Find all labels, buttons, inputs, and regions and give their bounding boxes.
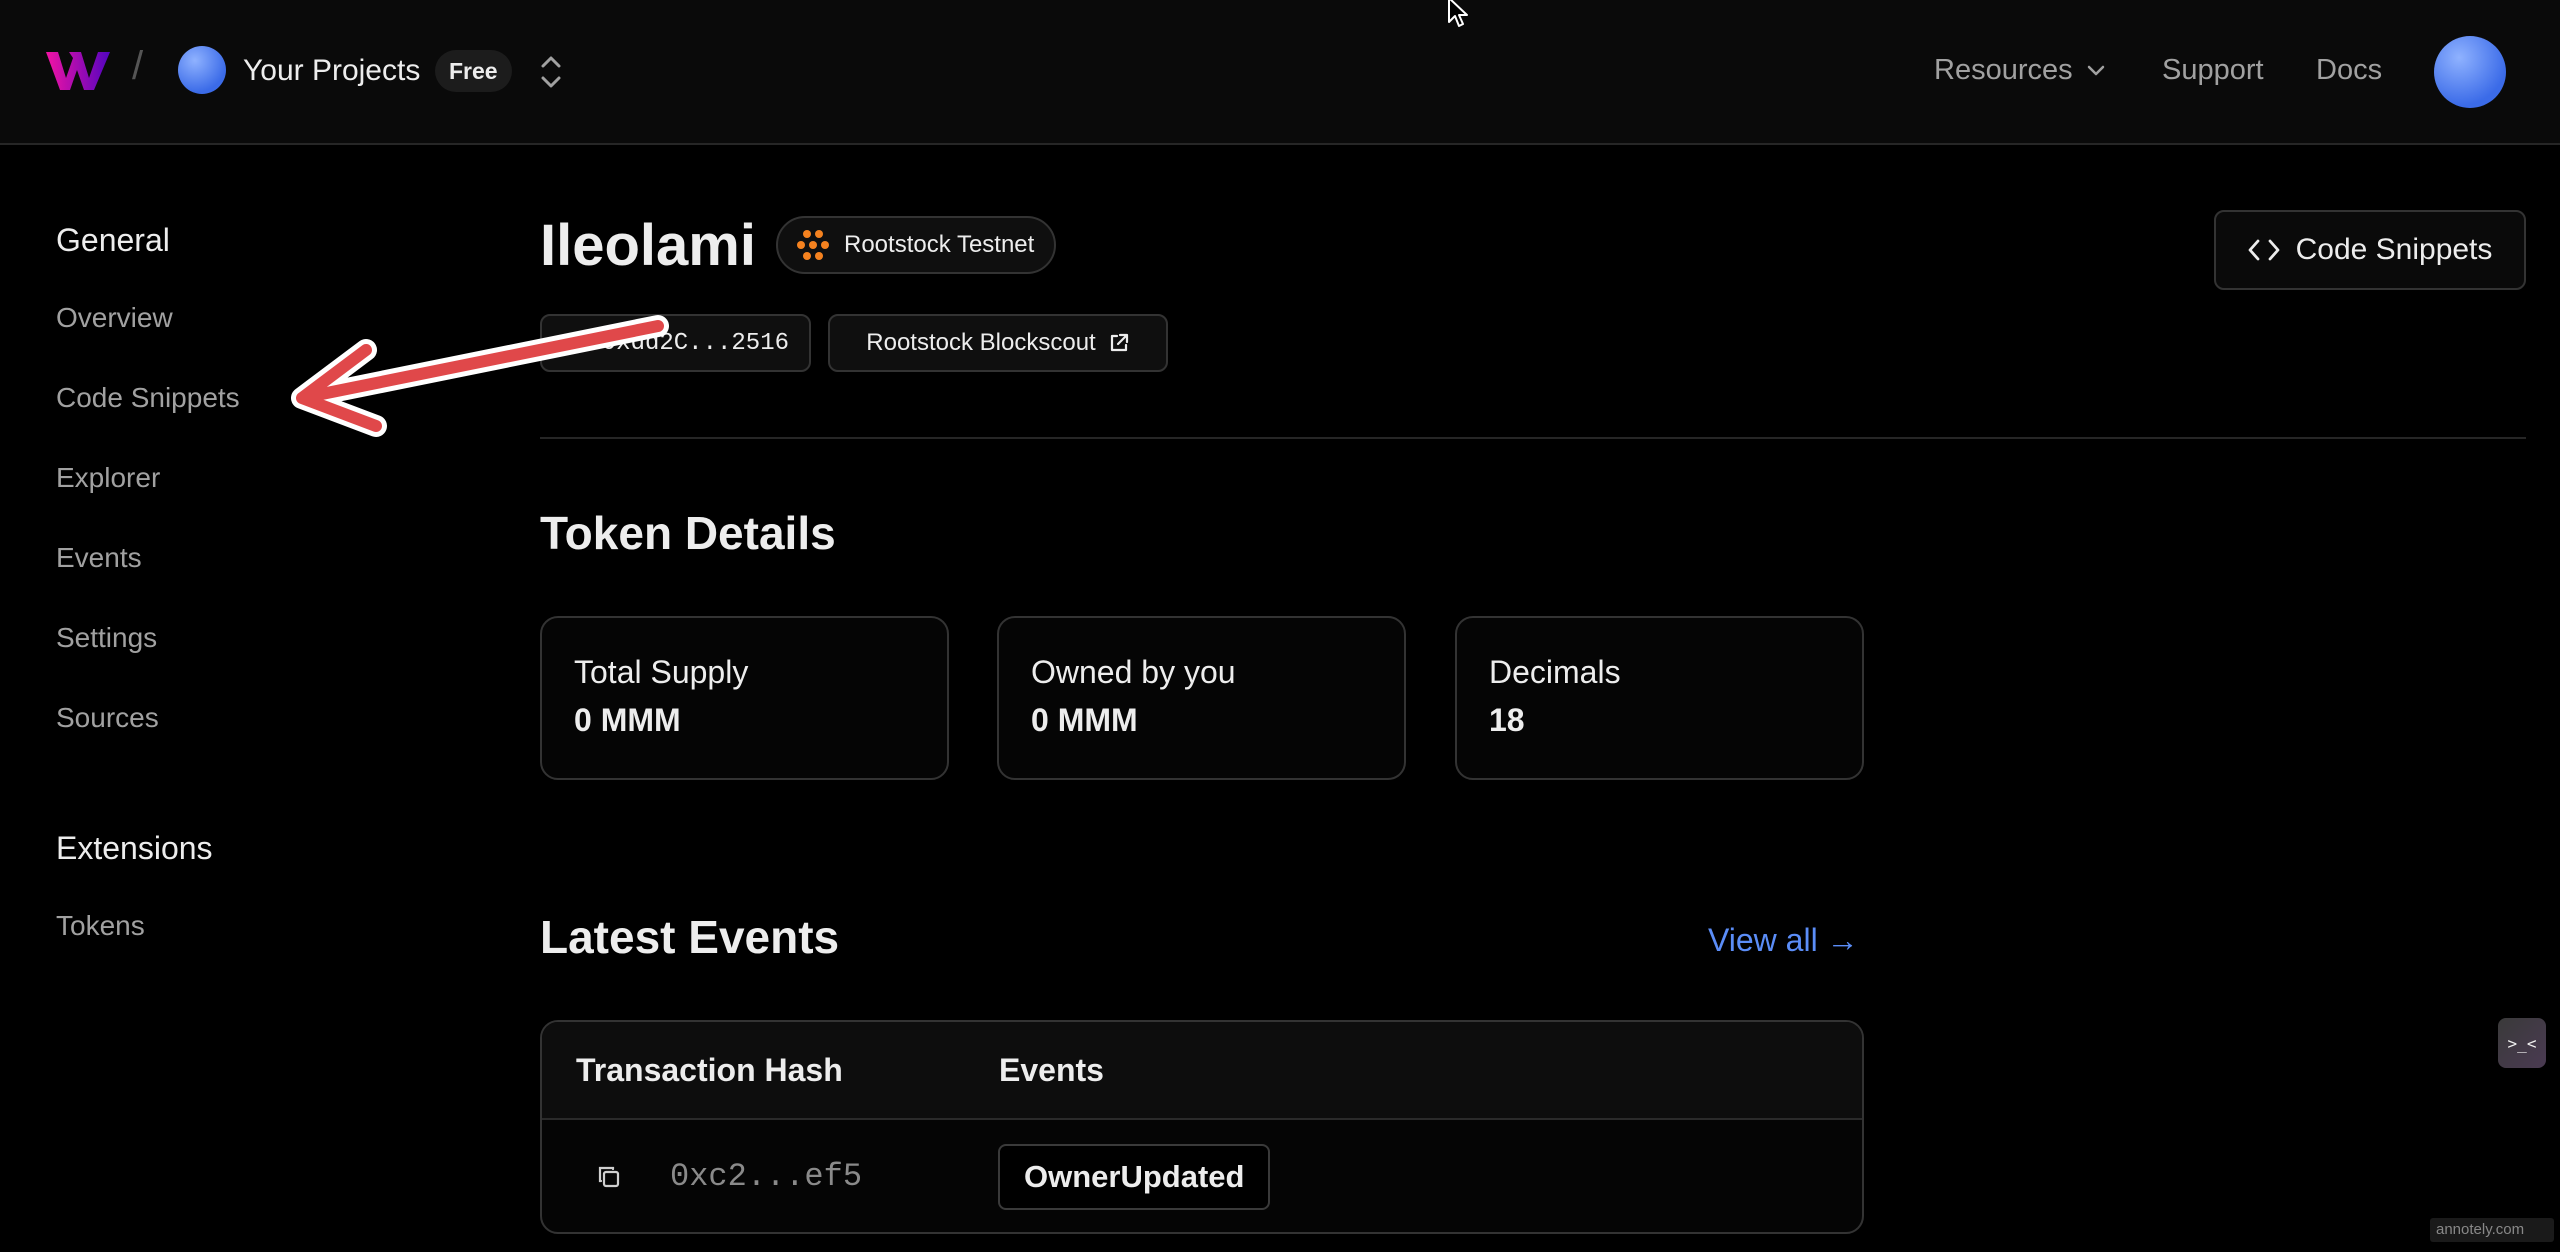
rootstock-network-icon [797,230,829,260]
section-divider [540,437,2526,439]
stat-card-decimals: Decimals 18 [1455,616,1864,780]
sidebar-heading-general: General [56,222,170,258]
stat-card-owned-by-you: Owned by you 0 MMM [997,616,1406,780]
code-snippets-button[interactable]: Code Snippets [2214,210,2526,290]
project-avatar[interactable] [178,46,226,94]
nav-resources-label: Resources [1934,54,2073,86]
mouse-cursor-icon [1448,0,1468,27]
sidebar-heading-extensions: Extensions [56,830,213,866]
table-header: Transaction Hash Events [542,1022,1862,1120]
copy-icon[interactable] [596,1164,622,1190]
stat-value: 18 [1489,702,1525,738]
sidebar-item-tokens[interactable]: Tokens [56,910,145,942]
column-header-transaction-hash: Transaction Hash [576,1052,843,1088]
help-widget-button[interactable]: >_< [2498,1018,2546,1068]
events-table: Transaction Hash Events 0xc2...ef5 Owner… [540,1020,1864,1234]
stat-value: 0 MMM [574,702,681,738]
sidebar-item-overview[interactable]: Overview [56,302,173,334]
annotation-arrow [291,315,669,437]
watermark: annotely.com [2430,1218,2554,1242]
view-all-events-link[interactable]: View all → [1708,922,1859,959]
network-badge: Rootstock Testnet [776,216,1057,274]
sidebar-item-settings[interactable]: Settings [56,622,157,654]
network-name: Rootstock Testnet [844,231,1035,258]
breadcrumb-separator: / [132,44,144,88]
projects-link[interactable]: Your Projects [243,54,420,88]
column-header-events: Events [999,1052,1104,1088]
contract-name: Ileolami [540,213,756,278]
token-details-title: Token Details [540,507,836,559]
user-avatar[interactable] [2434,36,2506,108]
help-widget-glyph: >_< [2507,1033,2537,1053]
chevron-up-down-icon[interactable] [537,52,565,92]
explorer-label: Rootstock Blockscout [866,329,1096,356]
latest-events-title: Latest Events [540,911,840,963]
top-bar: / Your Projects Free Resources Support D… [0,0,2560,145]
thirdweb-logo[interactable] [46,50,114,92]
chevron-down-icon [2087,65,2104,75]
sidebar-item-sources[interactable]: Sources [56,702,159,734]
event-badge: OwnerUpdated [998,1144,1271,1210]
sidebar-item-explorer[interactable]: Explorer [56,462,160,494]
plan-badge: Free [435,50,512,92]
stat-label: Owned by you [1031,654,1236,690]
explorer-link[interactable]: Rootstock Blockscout [828,314,1168,372]
nav-docs[interactable]: Docs [2316,54,2382,87]
sidebar-item-events[interactable]: Events [56,542,142,574]
stat-value: 0 MMM [1031,702,1138,738]
transaction-hash[interactable]: 0xc2...ef5 [670,1158,862,1195]
stat-label: Decimals [1489,654,1621,690]
stat-card-total-supply: Total Supply 0 MMM [540,616,949,780]
code-icon [2248,239,2279,261]
external-link-icon [1110,333,1128,352]
nav-resources[interactable]: Resources [1934,54,2107,87]
code-snippets-label: Code Snippets [2295,233,2493,266]
sidebar-item-code-snippets[interactable]: Code Snippets [56,382,240,414]
nav-support[interactable]: Support [2162,54,2264,87]
stat-label: Total Supply [574,654,749,690]
